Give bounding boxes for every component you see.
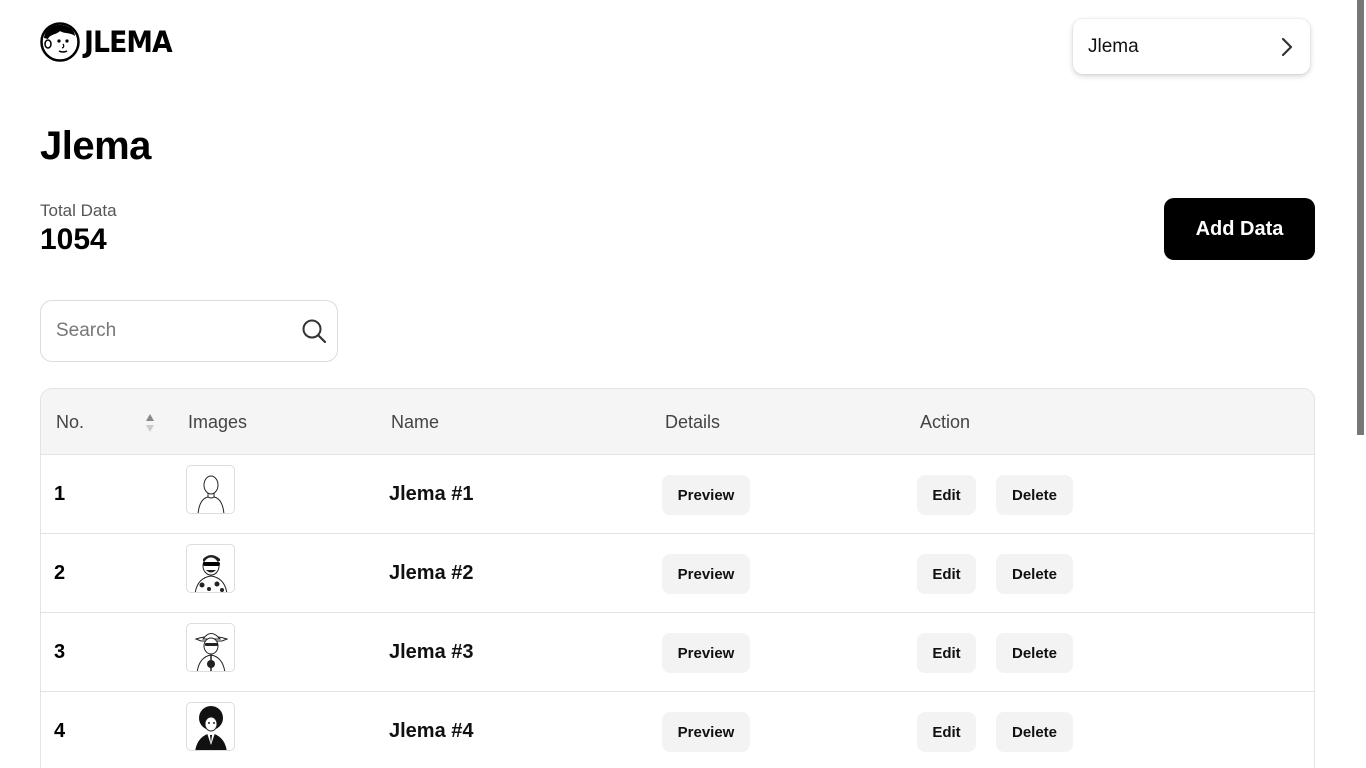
header-no[interactable]: No. [56,389,84,455]
search-input[interactable] [56,320,301,342]
data-table: No. Images Name Details Action 1 Jlema #… [40,388,1315,768]
row-number: 4 [54,719,66,742]
table-header: No. Images Name Details Action [41,389,1314,455]
search-icon[interactable] [301,318,327,344]
preview-button[interactable]: Preview [662,554,750,594]
brand-name: JLEMA [84,25,173,59]
add-data-button[interactable]: Add Data [1164,198,1315,260]
table-row: 1 Jlema #1 Preview Edit Delete [41,455,1314,534]
sort-arrows-icon[interactable] [145,413,155,433]
delete-button[interactable]: Delete [996,554,1073,594]
row-number: 2 [54,561,66,584]
table-row: 3 Jlema #3 Preview Edit Delete [41,613,1314,692]
brand-logo[interactable]: JLEMA [40,22,179,62]
face-logo-icon [40,22,80,62]
user-name: Jlema [1088,35,1139,57]
delete-button[interactable]: Delete [996,475,1073,515]
preview-button[interactable]: Preview [662,633,750,673]
edit-button[interactable]: Edit [917,633,976,673]
page-scrollbar[interactable] [1356,0,1366,768]
row-name: Jlema #2 [389,561,474,584]
search-box [40,300,338,362]
row-image[interactable] [186,623,235,672]
total-data-value: 1054 [40,223,107,256]
row-number: 3 [54,640,66,663]
row-number: 1 [54,482,66,505]
edit-button[interactable]: Edit [917,475,976,515]
row-image[interactable] [186,465,235,514]
edit-button[interactable]: Edit [917,712,976,752]
header-details: Details [665,411,721,432]
table-row: 2 Jlema #2 Preview Edit Delete [41,534,1314,613]
row-name: Jlema #3 [389,640,474,663]
header-images: Images [188,411,248,432]
header-name: Name [391,411,440,432]
row-name: Jlema #1 [389,482,474,505]
row-image[interactable] [186,702,235,751]
row-name: Jlema #4 [389,719,474,742]
page-title: Jlema [40,124,151,168]
scrollbar-thumb[interactable] [1357,0,1364,435]
preview-button[interactable]: Preview [662,712,750,752]
user-menu[interactable]: Jlema [1073,19,1310,74]
total-data-label: Total Data [40,201,117,220]
table-row: 4 Jlema #4 Preview Edit Delete [41,692,1314,768]
edit-button[interactable]: Edit [917,554,976,594]
delete-button[interactable]: Delete [996,712,1073,752]
row-image[interactable] [186,544,235,593]
delete-button[interactable]: Delete [996,633,1073,673]
header-action: Action [920,411,971,432]
chevron-right-icon [1281,37,1293,56]
preview-button[interactable]: Preview [662,475,750,515]
